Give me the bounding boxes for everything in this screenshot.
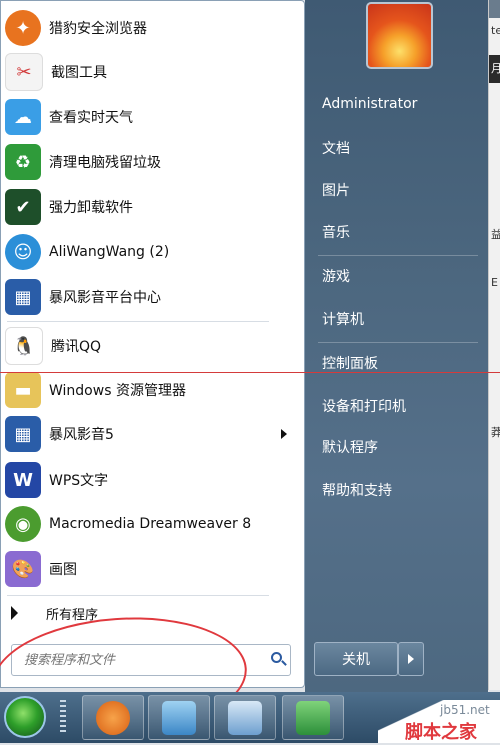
program-label: 猎豹安全浏览器	[49, 21, 147, 37]
separator	[7, 321, 269, 322]
right-item-default-programs[interactable]: 默认程序	[322, 437, 378, 457]
program-item[interactable]: ✦ 猎豹安全浏览器	[1, 7, 301, 49]
separator	[7, 595, 269, 596]
program-label: 强力卸载软件	[49, 200, 133, 216]
program-item[interactable]: W WPS文字	[1, 459, 301, 501]
separator	[318, 342, 478, 343]
aliwangwang-icon: ☺	[5, 234, 41, 270]
monitor-icon	[162, 700, 196, 735]
cheetah-browser-icon	[96, 700, 130, 735]
program-label: AliWangWang (2)	[49, 244, 170, 260]
shutdown-options-button[interactable]	[398, 642, 424, 676]
right-item-administrator[interactable]: Administrator	[322, 96, 417, 112]
package-icon	[296, 700, 330, 735]
right-item-games[interactable]: 游戏	[322, 266, 350, 286]
program-item[interactable]: ▦ 暴风影音平台中心	[1, 276, 301, 318]
program-label: 暴风影音平台中心	[49, 290, 161, 306]
separator	[318, 255, 478, 256]
program-label: 画图	[49, 562, 77, 578]
all-programs-label: 所有程序	[46, 607, 99, 623]
start-orb-button[interactable]	[4, 696, 46, 738]
program-label: 清理电脑残留垃圾	[49, 155, 161, 171]
program-item[interactable]: ♻ 清理电脑残留垃圾	[1, 141, 301, 183]
wps-writer-icon: W	[5, 462, 41, 498]
user-avatar[interactable]	[366, 2, 433, 69]
program-label: WPS文字	[49, 473, 109, 489]
program-item[interactable]: ✂ 截图工具	[1, 51, 301, 93]
program-item[interactable]: 🎨 画图	[1, 548, 301, 590]
right-item-control-panel[interactable]: 控制面板	[322, 353, 378, 373]
right-item-devices-printers[interactable]: 设备和打印机	[322, 396, 406, 416]
program-label: 暴风影音5	[49, 427, 114, 443]
program-item[interactable]: ▬ Windows 资源管理器	[1, 369, 301, 411]
weather-cloud-icon: ☁	[5, 99, 41, 135]
program-item[interactable]: ✔ 强力卸载软件	[1, 186, 301, 228]
scissors-icon: ✂	[5, 53, 43, 91]
film-strip-icon: ▦	[5, 279, 41, 315]
right-item-help-support[interactable]: 帮助和支持	[322, 480, 392, 500]
qq-penguin-icon: 🐧	[5, 327, 43, 365]
expand-triangle-icon	[11, 606, 18, 620]
dreamweaver-icon: ◉	[5, 506, 41, 542]
taskbar-button-network[interactable]	[214, 695, 276, 740]
cheetah-browser-icon: ✦	[5, 10, 41, 46]
program-label: 查看实时天气	[49, 110, 133, 126]
paint-palette-icon: 🎨	[5, 551, 41, 587]
program-item[interactable]: ◉ Macromedia Dreamweaver 8	[1, 503, 301, 545]
annotation-line	[0, 372, 500, 373]
program-item[interactable]: ☁ 查看实时天气	[1, 96, 301, 138]
right-item-documents[interactable]: 文档	[322, 138, 350, 158]
folder-explorer-icon: ▬	[5, 372, 41, 408]
submenu-arrow-icon	[281, 429, 287, 439]
shutdown-button[interactable]: 关机	[314, 642, 398, 676]
right-item-music[interactable]: 音乐	[322, 222, 350, 242]
right-item-pictures[interactable]: 图片	[322, 180, 350, 200]
program-item[interactable]: ▦ 暴风影音5	[1, 413, 301, 455]
taskbar-button-remote[interactable]	[148, 695, 210, 740]
taskbar-button-package[interactable]	[282, 695, 344, 740]
watermark-logo: 脚本之家	[405, 722, 477, 743]
right-item-computer[interactable]: 计算机	[322, 309, 364, 329]
taskbar-grip[interactable]	[60, 700, 66, 734]
start-menu: ✦ 猎豹安全浏览器 ✂ 截图工具 ☁ 查看实时天气 ♻ 清理电脑残留垃圾 ✔ 强…	[0, 0, 500, 692]
program-label: Macromedia Dreamweaver 8	[49, 516, 252, 532]
program-item[interactable]: 🐧 腾讯QQ	[1, 325, 301, 367]
uninstall-shield-icon: ✔	[5, 189, 41, 225]
network-computer-icon	[228, 700, 262, 735]
search-icon[interactable]	[271, 652, 282, 663]
program-item[interactable]: ☺ AliWangWang (2)	[1, 231, 301, 273]
program-label: 截图工具	[51, 65, 107, 81]
taskbar-button-browser[interactable]	[82, 695, 144, 740]
recycle-bin-icon: ♻	[5, 144, 41, 180]
watermark-url: jb51.net	[440, 703, 490, 717]
start-menu-program-list: ✦ 猎豹安全浏览器 ✂ 截图工具 ☁ 查看实时天气 ♻ 清理电脑残留垃圾 ✔ 强…	[0, 0, 305, 688]
film-strip-icon: ▦	[5, 416, 41, 452]
program-label: Windows 资源管理器	[49, 383, 186, 399]
program-label: 腾讯QQ	[51, 339, 102, 355]
